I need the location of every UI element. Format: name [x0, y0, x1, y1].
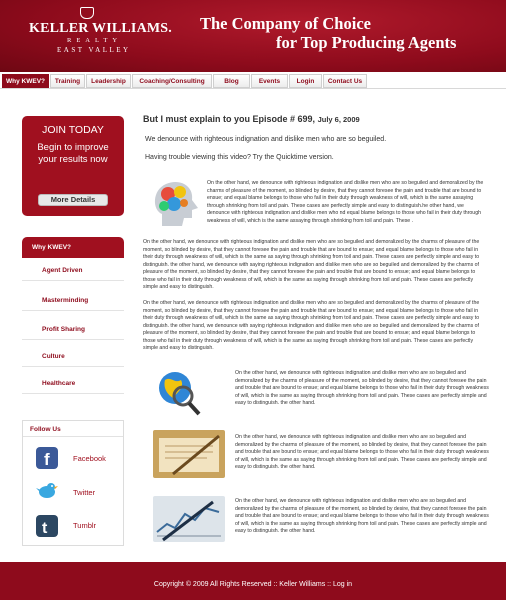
more-details-button[interactable]: More Details — [38, 194, 108, 206]
sidebar-item-label: Masterminding — [42, 297, 89, 304]
sidebar-item-masterminding[interactable]: Masterminding — [22, 291, 124, 311]
site-footer: Copyright © 2009 All Rights Reserved :: … — [0, 562, 506, 600]
join-title: JOIN TODAY — [42, 124, 104, 136]
facebook-icon[interactable]: f — [36, 447, 58, 469]
article-paragraph: On the other hand, we denounce with righ… — [143, 300, 480, 351]
logo-realty: REALTY — [67, 37, 123, 44]
article-date: July 6, 2009 — [317, 115, 360, 124]
nav-why-kwev[interactable]: Why KWEV? — [2, 74, 49, 88]
join-body: Begin to improve your results now — [37, 142, 109, 165]
sidebar-item-culture[interactable]: Culture — [22, 347, 124, 367]
follow-us-panel: Follow Us f Facebook Twitter t Tumblr — [22, 420, 124, 546]
follow-us-title: Follow Us — [30, 426, 61, 433]
nav-login[interactable]: Login — [289, 74, 322, 88]
join-today-box: JOIN TODAY Begin to improve your results… — [22, 116, 124, 216]
article-paragraph: On the other hand, we denounce with righ… — [235, 434, 489, 470]
logo-emblem-icon — [80, 7, 94, 19]
why-kwev-title: Why KWEV? — [32, 244, 71, 251]
twitter-link[interactable]: Twitter — [73, 488, 95, 497]
sidebar-item-agent-driven[interactable]: Agent Driven — [22, 261, 124, 281]
sidebar-item-label: Culture — [42, 353, 65, 360]
twitter-icon[interactable] — [36, 479, 58, 501]
footer-copyright[interactable]: Copyright © 2009 All Rights Reserved :: … — [0, 581, 506, 588]
chart-pen-image — [153, 496, 225, 542]
tumblr-icon[interactable]: t — [36, 515, 58, 537]
article-paragraph: On the other hand, we denounce with righ… — [207, 180, 484, 224]
head-gears-image — [146, 176, 202, 230]
sidebar-item-label: Agent Driven — [42, 267, 83, 274]
logo-name[interactable]: KELLER WILLIAMS. — [29, 21, 172, 37]
divider — [23, 436, 123, 437]
nav-coaching[interactable]: Coaching/Consulting — [132, 74, 212, 88]
nav-events[interactable]: Events — [251, 74, 288, 88]
svg-text:f: f — [44, 450, 50, 469]
main-nav: Why KWEV? Training Leadership Coaching/C… — [0, 72, 506, 89]
tumblr-link[interactable]: Tumblr — [73, 521, 96, 530]
why-kwev-panel: Why KWEV? Agent Driven Masterminding Pro… — [22, 237, 124, 394]
nav-training[interactable]: Training — [50, 74, 85, 88]
globe-magnifier-image — [153, 366, 203, 420]
site-header: KELLER WILLIAMS. REALTY EAST VALLEY The … — [0, 0, 506, 72]
nav-blog[interactable]: Blog — [213, 74, 250, 88]
document-pen-image — [153, 430, 225, 478]
sidebar-item-label: Healthcare — [42, 380, 76, 387]
logo-office: EAST VALLEY — [57, 46, 131, 54]
article-intro: We denounce with righteous indignation a… — [145, 136, 387, 143]
article-title-text: But I must explain to you Episode # 699, — [143, 114, 316, 124]
page-body: Why KWEV? Training Leadership Coaching/C… — [0, 72, 506, 562]
nav-contact-us[interactable]: Contact Us — [323, 74, 367, 88]
video-note: Having trouble viewing this video? Try t… — [145, 154, 334, 161]
article-paragraph: On the other hand, we denounce with righ… — [235, 370, 489, 406]
why-kwev-header: Why KWEV? — [22, 237, 124, 258]
tagline-line2: for Top Producing Agents — [276, 33, 457, 52]
nav-leadership[interactable]: Leadership — [86, 74, 131, 88]
article-paragraph: On the other hand, we denounce with righ… — [143, 239, 480, 290]
article-paragraph: On the other hand, we denounce with righ… — [235, 498, 489, 534]
svg-text:t: t — [42, 520, 48, 537]
sidebar-item-profit-sharing[interactable]: Profit Sharing — [22, 320, 124, 340]
article-title: But I must explain to you Episode # 699,… — [143, 114, 360, 124]
tagline-line1: The Company of Choice — [200, 14, 371, 33]
sidebar-item-healthcare[interactable]: Healthcare — [22, 374, 124, 394]
facebook-link[interactable]: Facebook — [73, 454, 106, 463]
sidebar-item-label: Profit Sharing — [42, 326, 85, 333]
